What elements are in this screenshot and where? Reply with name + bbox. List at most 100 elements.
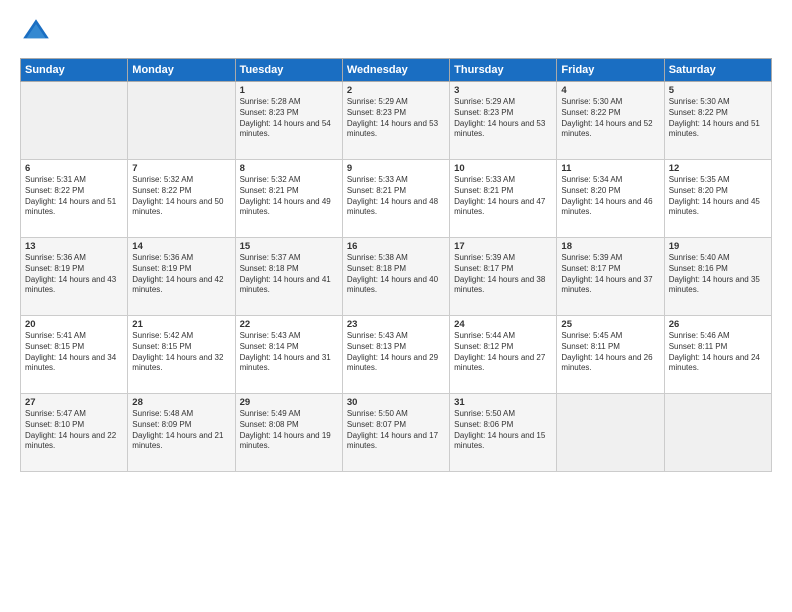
day-number: 13 bbox=[25, 241, 123, 252]
day-info: Sunrise: 5:49 AMSunset: 8:08 PMDaylight:… bbox=[240, 409, 338, 452]
day-number: 22 bbox=[240, 319, 338, 330]
day-cell: 23Sunrise: 5:43 AMSunset: 8:13 PMDayligh… bbox=[342, 316, 449, 394]
day-info: Sunrise: 5:42 AMSunset: 8:15 PMDaylight:… bbox=[132, 331, 230, 374]
day-cell: 10Sunrise: 5:33 AMSunset: 8:21 PMDayligh… bbox=[450, 160, 557, 238]
day-cell: 6Sunrise: 5:31 AMSunset: 8:22 PMDaylight… bbox=[21, 160, 128, 238]
day-number: 9 bbox=[347, 163, 445, 174]
day-info: Sunrise: 5:35 AMSunset: 8:20 PMDaylight:… bbox=[669, 175, 767, 218]
calendar-table: SundayMondayTuesdayWednesdayThursdayFrid… bbox=[20, 58, 772, 472]
day-number: 16 bbox=[347, 241, 445, 252]
day-info: Sunrise: 5:37 AMSunset: 8:18 PMDaylight:… bbox=[240, 253, 338, 296]
day-number: 28 bbox=[132, 397, 230, 408]
day-cell: 2Sunrise: 5:29 AMSunset: 8:23 PMDaylight… bbox=[342, 82, 449, 160]
day-cell: 22Sunrise: 5:43 AMSunset: 8:14 PMDayligh… bbox=[235, 316, 342, 394]
day-cell bbox=[664, 394, 771, 472]
day-number: 29 bbox=[240, 397, 338, 408]
day-info: Sunrise: 5:33 AMSunset: 8:21 PMDaylight:… bbox=[347, 175, 445, 218]
day-info: Sunrise: 5:38 AMSunset: 8:18 PMDaylight:… bbox=[347, 253, 445, 296]
day-info: Sunrise: 5:48 AMSunset: 8:09 PMDaylight:… bbox=[132, 409, 230, 452]
header-cell-friday: Friday bbox=[557, 59, 664, 82]
day-number: 12 bbox=[669, 163, 767, 174]
week-row-4: 27Sunrise: 5:47 AMSunset: 8:10 PMDayligh… bbox=[21, 394, 772, 472]
day-info: Sunrise: 5:28 AMSunset: 8:23 PMDaylight:… bbox=[240, 97, 338, 140]
day-cell: 21Sunrise: 5:42 AMSunset: 8:15 PMDayligh… bbox=[128, 316, 235, 394]
day-number: 3 bbox=[454, 85, 552, 96]
day-cell: 5Sunrise: 5:30 AMSunset: 8:22 PMDaylight… bbox=[664, 82, 771, 160]
day-info: Sunrise: 5:39 AMSunset: 8:17 PMDaylight:… bbox=[454, 253, 552, 296]
day-number: 15 bbox=[240, 241, 338, 252]
day-info: Sunrise: 5:39 AMSunset: 8:17 PMDaylight:… bbox=[561, 253, 659, 296]
day-cell: 13Sunrise: 5:36 AMSunset: 8:19 PMDayligh… bbox=[21, 238, 128, 316]
day-cell: 9Sunrise: 5:33 AMSunset: 8:21 PMDaylight… bbox=[342, 160, 449, 238]
day-number: 31 bbox=[454, 397, 552, 408]
day-number: 17 bbox=[454, 241, 552, 252]
day-number: 26 bbox=[669, 319, 767, 330]
day-number: 24 bbox=[454, 319, 552, 330]
day-info: Sunrise: 5:40 AMSunset: 8:16 PMDaylight:… bbox=[669, 253, 767, 296]
week-row-0: 1Sunrise: 5:28 AMSunset: 8:23 PMDaylight… bbox=[21, 82, 772, 160]
day-info: Sunrise: 5:50 AMSunset: 8:07 PMDaylight:… bbox=[347, 409, 445, 452]
day-number: 19 bbox=[669, 241, 767, 252]
day-cell: 17Sunrise: 5:39 AMSunset: 8:17 PMDayligh… bbox=[450, 238, 557, 316]
day-number: 25 bbox=[561, 319, 659, 330]
day-cell: 28Sunrise: 5:48 AMSunset: 8:09 PMDayligh… bbox=[128, 394, 235, 472]
day-cell: 30Sunrise: 5:50 AMSunset: 8:07 PMDayligh… bbox=[342, 394, 449, 472]
day-cell: 14Sunrise: 5:36 AMSunset: 8:19 PMDayligh… bbox=[128, 238, 235, 316]
day-info: Sunrise: 5:46 AMSunset: 8:11 PMDaylight:… bbox=[669, 331, 767, 374]
day-number: 18 bbox=[561, 241, 659, 252]
day-info: Sunrise: 5:32 AMSunset: 8:21 PMDaylight:… bbox=[240, 175, 338, 218]
header bbox=[20, 16, 772, 48]
header-cell-monday: Monday bbox=[128, 59, 235, 82]
day-number: 20 bbox=[25, 319, 123, 330]
day-number: 5 bbox=[669, 85, 767, 96]
day-cell: 1Sunrise: 5:28 AMSunset: 8:23 PMDaylight… bbox=[235, 82, 342, 160]
page: SundayMondayTuesdayWednesdayThursdayFrid… bbox=[0, 0, 792, 612]
day-info: Sunrise: 5:45 AMSunset: 8:11 PMDaylight:… bbox=[561, 331, 659, 374]
day-number: 4 bbox=[561, 85, 659, 96]
day-info: Sunrise: 5:33 AMSunset: 8:21 PMDaylight:… bbox=[454, 175, 552, 218]
day-cell: 20Sunrise: 5:41 AMSunset: 8:15 PMDayligh… bbox=[21, 316, 128, 394]
header-cell-tuesday: Tuesday bbox=[235, 59, 342, 82]
header-row: SundayMondayTuesdayWednesdayThursdayFrid… bbox=[21, 59, 772, 82]
day-info: Sunrise: 5:41 AMSunset: 8:15 PMDaylight:… bbox=[25, 331, 123, 374]
day-info: Sunrise: 5:29 AMSunset: 8:23 PMDaylight:… bbox=[347, 97, 445, 140]
day-cell: 16Sunrise: 5:38 AMSunset: 8:18 PMDayligh… bbox=[342, 238, 449, 316]
week-row-2: 13Sunrise: 5:36 AMSunset: 8:19 PMDayligh… bbox=[21, 238, 772, 316]
day-cell: 7Sunrise: 5:32 AMSunset: 8:22 PMDaylight… bbox=[128, 160, 235, 238]
day-info: Sunrise: 5:31 AMSunset: 8:22 PMDaylight:… bbox=[25, 175, 123, 218]
day-number: 10 bbox=[454, 163, 552, 174]
header-cell-wednesday: Wednesday bbox=[342, 59, 449, 82]
day-info: Sunrise: 5:30 AMSunset: 8:22 PMDaylight:… bbox=[669, 97, 767, 140]
day-number: 7 bbox=[132, 163, 230, 174]
day-cell: 18Sunrise: 5:39 AMSunset: 8:17 PMDayligh… bbox=[557, 238, 664, 316]
logo-icon bbox=[20, 16, 52, 48]
day-cell: 26Sunrise: 5:46 AMSunset: 8:11 PMDayligh… bbox=[664, 316, 771, 394]
day-info: Sunrise: 5:29 AMSunset: 8:23 PMDaylight:… bbox=[454, 97, 552, 140]
logo bbox=[20, 16, 56, 48]
day-cell: 12Sunrise: 5:35 AMSunset: 8:20 PMDayligh… bbox=[664, 160, 771, 238]
day-cell bbox=[128, 82, 235, 160]
day-cell: 19Sunrise: 5:40 AMSunset: 8:16 PMDayligh… bbox=[664, 238, 771, 316]
header-cell-saturday: Saturday bbox=[664, 59, 771, 82]
day-cell bbox=[21, 82, 128, 160]
day-info: Sunrise: 5:36 AMSunset: 8:19 PMDaylight:… bbox=[25, 253, 123, 296]
day-info: Sunrise: 5:47 AMSunset: 8:10 PMDaylight:… bbox=[25, 409, 123, 452]
day-cell bbox=[557, 394, 664, 472]
day-number: 27 bbox=[25, 397, 123, 408]
day-number: 2 bbox=[347, 85, 445, 96]
day-number: 30 bbox=[347, 397, 445, 408]
week-row-3: 20Sunrise: 5:41 AMSunset: 8:15 PMDayligh… bbox=[21, 316, 772, 394]
day-cell: 8Sunrise: 5:32 AMSunset: 8:21 PMDaylight… bbox=[235, 160, 342, 238]
day-number: 8 bbox=[240, 163, 338, 174]
day-number: 1 bbox=[240, 85, 338, 96]
day-cell: 31Sunrise: 5:50 AMSunset: 8:06 PMDayligh… bbox=[450, 394, 557, 472]
day-info: Sunrise: 5:50 AMSunset: 8:06 PMDaylight:… bbox=[454, 409, 552, 452]
day-number: 6 bbox=[25, 163, 123, 174]
day-cell: 27Sunrise: 5:47 AMSunset: 8:10 PMDayligh… bbox=[21, 394, 128, 472]
day-info: Sunrise: 5:44 AMSunset: 8:12 PMDaylight:… bbox=[454, 331, 552, 374]
day-info: Sunrise: 5:34 AMSunset: 8:20 PMDaylight:… bbox=[561, 175, 659, 218]
day-info: Sunrise: 5:30 AMSunset: 8:22 PMDaylight:… bbox=[561, 97, 659, 140]
day-number: 21 bbox=[132, 319, 230, 330]
day-info: Sunrise: 5:36 AMSunset: 8:19 PMDaylight:… bbox=[132, 253, 230, 296]
day-cell: 29Sunrise: 5:49 AMSunset: 8:08 PMDayligh… bbox=[235, 394, 342, 472]
